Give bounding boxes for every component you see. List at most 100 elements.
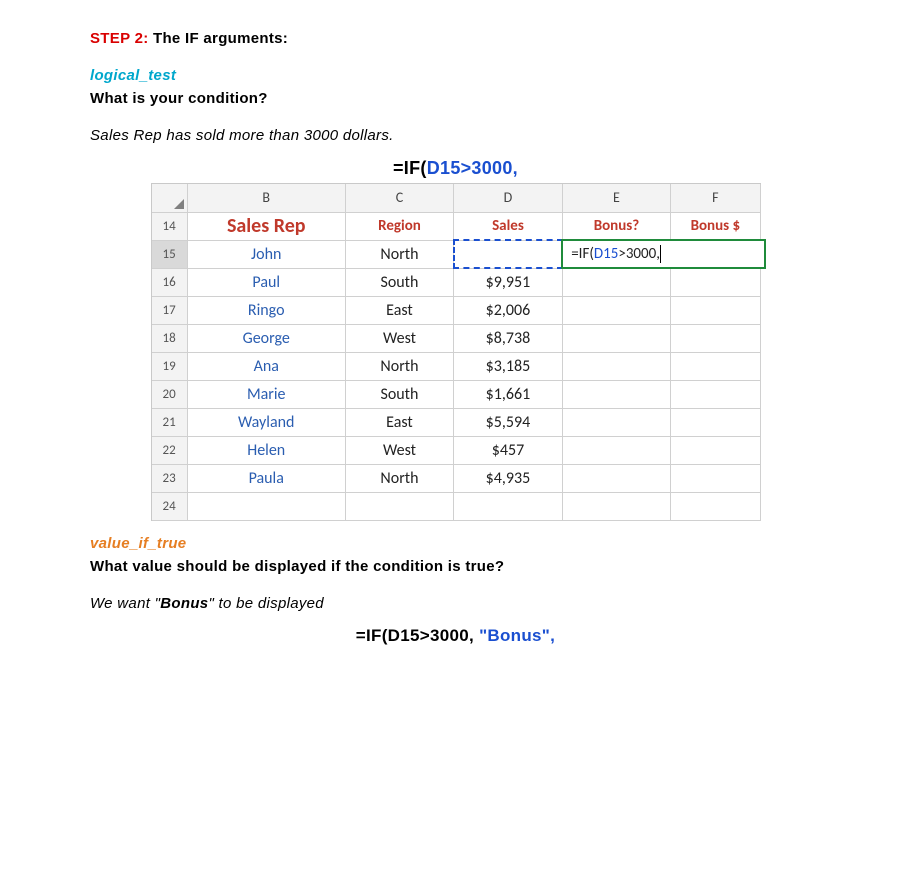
header-sales[interactable]: Sales bbox=[454, 212, 563, 240]
select-all-corner[interactable] bbox=[152, 184, 188, 212]
cell-sales[interactable]: $8,738 bbox=[454, 324, 563, 352]
formula-edit-overlay[interactable]: =IF(D15>3000, bbox=[561, 239, 766, 269]
row-number[interactable]: 15 bbox=[152, 240, 188, 268]
cell-name[interactable]: Paul bbox=[187, 268, 345, 296]
empty-cell[interactable] bbox=[671, 492, 760, 520]
cell-region[interactable]: North bbox=[345, 352, 453, 380]
cell-bonus-dollar[interactable] bbox=[671, 464, 760, 492]
arg1-answer: Sales Rep has sold more than 3000 dollar… bbox=[90, 127, 821, 144]
col-header-d[interactable]: D bbox=[454, 184, 563, 212]
table-row: 20 Marie South $1,661 bbox=[152, 380, 761, 408]
col-header-f[interactable]: F bbox=[671, 184, 760, 212]
row-number[interactable]: 14 bbox=[152, 212, 188, 240]
row-number[interactable]: 24 bbox=[152, 492, 188, 520]
cell-name[interactable]: Paula bbox=[187, 464, 345, 492]
arg2-name: value_if_true bbox=[90, 535, 821, 552]
arg2-answer-bold: Bonus bbox=[160, 595, 208, 612]
header-sales-rep[interactable]: Sales Rep bbox=[187, 212, 345, 240]
cell-bonus-q[interactable] bbox=[562, 352, 671, 380]
cell-bonus-dollar[interactable] bbox=[671, 324, 760, 352]
row-number[interactable]: 17 bbox=[152, 296, 188, 324]
cell-bonus-q[interactable] bbox=[562, 464, 671, 492]
table-row: 16 Paul South $9,951 bbox=[152, 268, 761, 296]
row-number[interactable]: 16 bbox=[152, 268, 188, 296]
cell-bonus-dollar[interactable] bbox=[671, 408, 760, 436]
table-row: 19 Ana North $3,185 bbox=[152, 352, 761, 380]
formula-ref: D15 bbox=[594, 245, 618, 263]
cell-bonus-q[interactable] bbox=[562, 436, 671, 464]
cell-region[interactable]: South bbox=[345, 268, 453, 296]
table-row-empty: 24 bbox=[152, 492, 761, 520]
cell-name[interactable]: George bbox=[187, 324, 345, 352]
cell-bonus-q[interactable] bbox=[562, 324, 671, 352]
cell-bonus-dollar[interactable] bbox=[671, 352, 760, 380]
active-cell[interactable]: =IF(D15>3000, bbox=[562, 240, 671, 268]
row-number[interactable]: 22 bbox=[152, 436, 188, 464]
formula2-blue: "Bonus", bbox=[479, 626, 555, 645]
spreadsheet-grid[interactable]: B C D E F 14 Sales Rep Region Sales Bonu… bbox=[152, 184, 761, 521]
empty-cell[interactable] bbox=[345, 492, 453, 520]
cell-bonus-q[interactable] bbox=[562, 268, 671, 296]
header-bonus-q[interactable]: Bonus? bbox=[562, 212, 671, 240]
row-number[interactable]: 21 bbox=[152, 408, 188, 436]
formula2-black: =IF(D15>3000, bbox=[356, 626, 479, 645]
cell-bonus-dollar[interactable] bbox=[671, 436, 760, 464]
table-row: 17 Ringo East $2,006 bbox=[152, 296, 761, 324]
cell-region[interactable]: East bbox=[345, 296, 453, 324]
empty-cell[interactable] bbox=[187, 492, 345, 520]
table-row: 23 Paula North $4,935 bbox=[152, 464, 761, 492]
arg2-answer-post: " to be displayed bbox=[208, 595, 324, 612]
cell-bonus-q[interactable] bbox=[562, 380, 671, 408]
arg2-answer: We want "Bonus" to be displayed bbox=[90, 595, 821, 612]
cell-sales[interactable]: $4,935 bbox=[454, 464, 563, 492]
cell-region[interactable]: North bbox=[345, 464, 453, 492]
empty-cell[interactable] bbox=[562, 492, 671, 520]
cell-bonus-q[interactable] bbox=[562, 296, 671, 324]
cell-name[interactable]: Ana bbox=[187, 352, 345, 380]
arg2-answer-pre: We want " bbox=[90, 595, 160, 612]
cell-region[interactable]: North bbox=[345, 240, 453, 268]
cell-bonus-dollar[interactable] bbox=[671, 380, 760, 408]
cell-sales[interactable]: $457 bbox=[454, 436, 563, 464]
cell-sales[interactable]: $5,594 bbox=[454, 408, 563, 436]
empty-cell[interactable] bbox=[454, 492, 563, 520]
col-header-e[interactable]: E bbox=[562, 184, 671, 212]
formula1-ref: D15>3000, bbox=[427, 158, 518, 178]
cell-name[interactable]: Wayland bbox=[187, 408, 345, 436]
formula1-prefix: =IF( bbox=[393, 158, 427, 178]
cell-name[interactable]: Marie bbox=[187, 380, 345, 408]
header-region[interactable]: Region bbox=[345, 212, 453, 240]
arg2-question: What value should be displayed if the co… bbox=[90, 558, 821, 575]
cell-region[interactable]: West bbox=[345, 324, 453, 352]
cell-name[interactable]: Ringo bbox=[187, 296, 345, 324]
cell-bonus-q[interactable] bbox=[562, 408, 671, 436]
cell-region[interactable]: South bbox=[345, 380, 453, 408]
column-letter-row: B C D E F bbox=[152, 184, 761, 212]
row-number[interactable]: 23 bbox=[152, 464, 188, 492]
table-header-row: 14 Sales Rep Region Sales Bonus? Bonus $ bbox=[152, 212, 761, 240]
cell-name[interactable]: Helen bbox=[187, 436, 345, 464]
cell-sales[interactable]: $3,185 bbox=[454, 352, 563, 380]
cell-sales[interactable]: $9,951 bbox=[454, 268, 563, 296]
cell-bonus-dollar[interactable] bbox=[671, 296, 760, 324]
text-caret bbox=[660, 245, 661, 263]
formula2: =IF(D15>3000, "Bonus", bbox=[90, 626, 821, 646]
cell-sales[interactable]: $1,661 bbox=[454, 380, 563, 408]
cell-sales-ref[interactable] bbox=[454, 240, 563, 268]
step-label: STEP 2: bbox=[90, 30, 149, 47]
cell-region[interactable]: East bbox=[345, 408, 453, 436]
header-bonus-dollar[interactable]: Bonus $ bbox=[671, 212, 760, 240]
row-number[interactable]: 18 bbox=[152, 324, 188, 352]
cell-bonus-dollar[interactable] bbox=[671, 268, 760, 296]
arg1-name: logical_test bbox=[90, 67, 821, 84]
cell-name[interactable]: John bbox=[187, 240, 345, 268]
col-header-b[interactable]: B bbox=[187, 184, 345, 212]
row-number[interactable]: 20 bbox=[152, 380, 188, 408]
col-header-c[interactable]: C bbox=[345, 184, 453, 212]
formula-pre: =IF( bbox=[571, 245, 594, 263]
cell-region[interactable]: West bbox=[345, 436, 453, 464]
table-row: 15 John North =IF(D15>3000, bbox=[152, 240, 761, 268]
cell-sales[interactable]: $2,006 bbox=[454, 296, 563, 324]
row-number[interactable]: 19 bbox=[152, 352, 188, 380]
table-row: 22 Helen West $457 bbox=[152, 436, 761, 464]
